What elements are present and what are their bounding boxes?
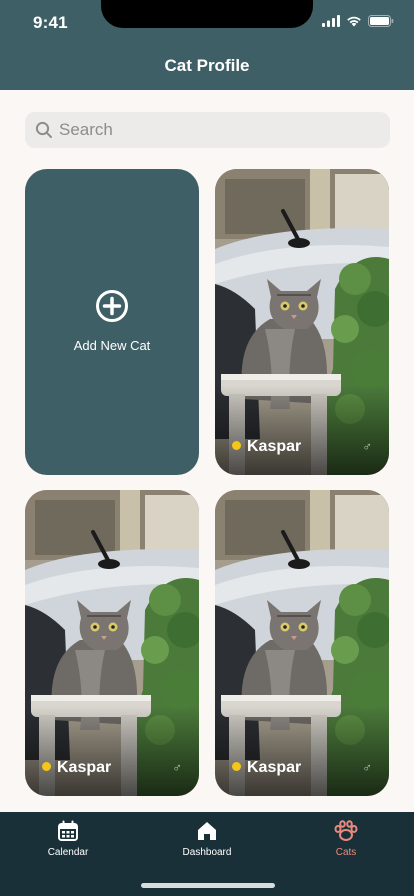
device-notch <box>101 0 313 28</box>
calendar-icon <box>58 820 78 841</box>
tab-calendar-label: Calendar <box>47 847 89 858</box>
tab-cats-label: Cats <box>335 847 357 858</box>
status-time: 9:41 <box>33 13 68 32</box>
home-icon <box>198 822 216 840</box>
wifi-icon <box>347 16 361 27</box>
photo-gradient <box>25 706 199 796</box>
photo-gradient <box>215 706 389 796</box>
photo-gradient <box>215 385 389 475</box>
status-bar: 9:41 <box>0 0 414 44</box>
status-dot <box>42 762 51 771</box>
status-dot <box>232 441 241 450</box>
status-dot <box>232 762 241 771</box>
tab-cats[interactable]: Cats <box>296 820 396 858</box>
male-icon: ♂ <box>172 760 182 775</box>
male-icon: ♂ <box>362 439 372 454</box>
plus-circle-icon <box>96 290 128 322</box>
signal-icon <box>322 15 340 27</box>
app-header: 9:41 Cat Profile <box>0 0 414 90</box>
tab-dashboard[interactable]: Dashboard <box>157 820 257 858</box>
search-bar[interactable] <box>25 112 390 148</box>
tab-calendar[interactable]: Calendar <box>18 820 118 858</box>
cat-name: Kaspar <box>247 759 302 776</box>
paw-icon <box>334 820 358 841</box>
status-icons <box>322 15 394 27</box>
add-new-cat-card[interactable]: Add New Cat <box>25 169 199 475</box>
search-icon <box>35 121 52 138</box>
cat-name: Kaspar <box>247 438 302 455</box>
home-indicator <box>141 883 275 888</box>
page-title: Cat Profile <box>164 56 250 75</box>
battery-icon <box>368 15 394 27</box>
male-icon: ♂ <box>362 760 372 775</box>
search-input[interactable] <box>59 120 359 140</box>
cat-card[interactable]: Kaspar ♂ <box>25 490 199 796</box>
cat-name: Kaspar <box>57 759 112 776</box>
add-new-cat-label: Add New Cat <box>73 338 151 353</box>
cat-card[interactable]: Kaspar ♂ <box>215 169 389 475</box>
tab-dashboard-label: Dashboard <box>182 847 232 858</box>
cat-card[interactable]: Kaspar ♂ <box>215 490 389 796</box>
